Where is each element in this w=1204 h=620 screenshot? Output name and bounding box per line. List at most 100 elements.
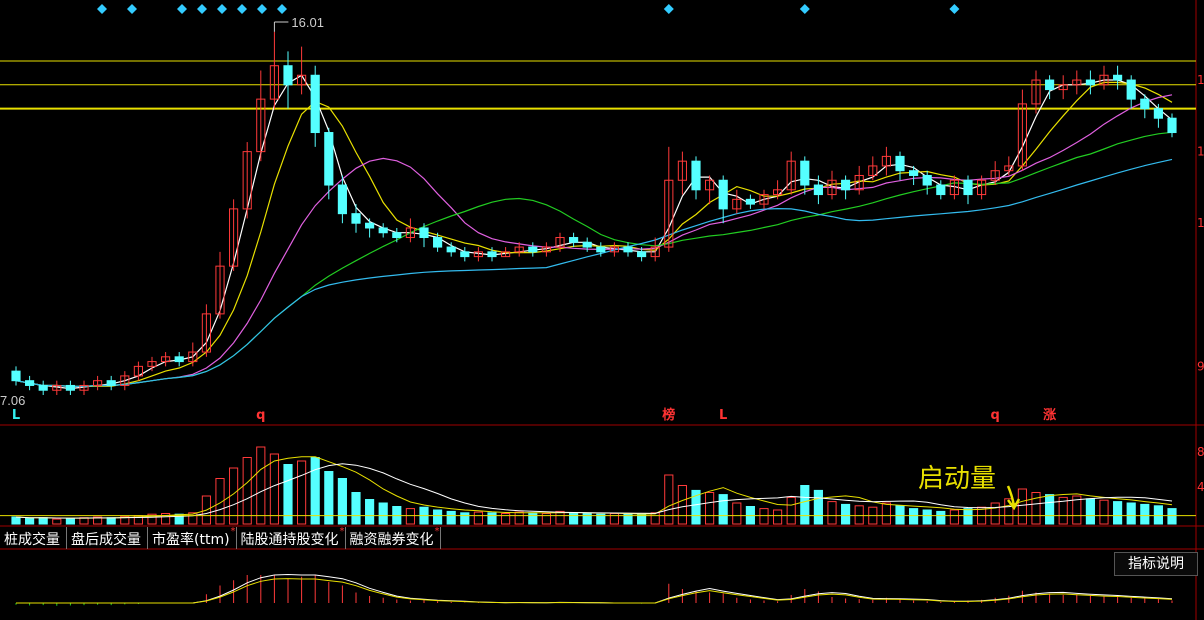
indicator-tab-label: 桩成交量 bbox=[4, 532, 60, 548]
volume-bar bbox=[541, 513, 551, 525]
high-price-label: 16.01 bbox=[291, 15, 324, 30]
indicator-tab[interactable]: 陆股通持股变化 * bbox=[237, 526, 346, 549]
indicator-tab[interactable]: 融资融券变化 * bbox=[346, 526, 441, 549]
signal-diamond-icon bbox=[949, 4, 960, 14]
volume-bar bbox=[1167, 508, 1177, 525]
volume-bar bbox=[242, 457, 252, 525]
candle-body bbox=[419, 227, 429, 239]
candle-body bbox=[378, 227, 388, 234]
volume-ma-yellow-line bbox=[15, 456, 1173, 519]
candle-body bbox=[487, 251, 497, 258]
volume-bar bbox=[11, 516, 21, 525]
signal-diamond-icon bbox=[177, 4, 187, 14]
candle-body bbox=[324, 132, 334, 186]
indicator-help-button[interactable]: 指标说明 bbox=[1114, 552, 1198, 576]
volume-bar bbox=[1017, 488, 1027, 525]
volume-bar bbox=[351, 492, 361, 525]
volume-bar bbox=[854, 505, 864, 525]
signal-diamond-icon bbox=[97, 4, 107, 14]
volume-bar bbox=[65, 517, 75, 525]
signal-marker-label: 涨 bbox=[1042, 408, 1056, 423]
candle-body bbox=[283, 65, 293, 86]
candle-body bbox=[909, 170, 919, 176]
volume-bar bbox=[936, 510, 946, 525]
right-axis-tick-label: 1 bbox=[1197, 73, 1204, 87]
volume-bar bbox=[25, 517, 35, 525]
candle-body bbox=[1153, 108, 1163, 119]
signal-diamond-icon bbox=[237, 4, 247, 14]
candle-body bbox=[1113, 74, 1123, 81]
signal-marker-label: L bbox=[12, 408, 20, 423]
candle-body bbox=[446, 246, 456, 253]
volume-annotation-label: 启动量 bbox=[918, 464, 997, 494]
indicator-tab[interactable]: 盘后成交量 bbox=[67, 527, 148, 549]
volume-bar bbox=[881, 502, 891, 525]
signal-marker-label: q bbox=[256, 408, 265, 423]
indicator-tab[interactable]: 市盈率(ttm) * bbox=[148, 526, 237, 549]
volume-bar bbox=[297, 460, 307, 525]
volume-bar bbox=[963, 508, 973, 525]
volume-bar bbox=[473, 511, 483, 525]
ma-white-line bbox=[15, 74, 1173, 390]
candle-body bbox=[800, 160, 810, 186]
candle-body bbox=[582, 241, 592, 248]
volume-bar bbox=[1085, 498, 1095, 525]
right-axis-tick-label: 1 bbox=[1197, 216, 1204, 230]
candle-body bbox=[310, 74, 320, 134]
signal-diamond-icon bbox=[277, 4, 287, 14]
volume-bar bbox=[337, 478, 347, 525]
volume-bar bbox=[38, 517, 48, 525]
volume-bar bbox=[310, 457, 320, 525]
volume-bar bbox=[841, 503, 851, 525]
volume-bar bbox=[256, 446, 266, 525]
volume-bar bbox=[664, 474, 674, 525]
volume-bar bbox=[582, 513, 592, 525]
candle-body bbox=[745, 198, 755, 205]
volume-bar bbox=[1126, 502, 1136, 525]
indicator-white-line bbox=[16, 573, 1173, 604]
volume-bar bbox=[637, 514, 647, 525]
volume-bar bbox=[650, 512, 660, 525]
candle-body bbox=[895, 155, 905, 172]
ma-yellow-line bbox=[15, 81, 1173, 388]
signal-marker-label: L bbox=[719, 408, 727, 423]
candle-body bbox=[337, 184, 347, 215]
signal-diamond-icon bbox=[257, 4, 267, 14]
signal-diamond-icon bbox=[217, 4, 227, 14]
volume-bar bbox=[718, 494, 728, 525]
volume-bar bbox=[609, 513, 619, 525]
candle-body bbox=[963, 179, 973, 196]
candle-body bbox=[392, 232, 402, 239]
volume-bar bbox=[705, 492, 715, 525]
candle-body bbox=[528, 246, 538, 253]
candle-body bbox=[1126, 79, 1136, 100]
candle-body bbox=[106, 380, 116, 386]
low-price-label: 7.06 bbox=[0, 393, 25, 408]
candle-body bbox=[25, 380, 35, 386]
volume-bar bbox=[269, 453, 279, 525]
indicator-tab[interactable]: 桩成交量 bbox=[0, 527, 67, 549]
candle-body bbox=[460, 251, 470, 258]
volume-bar bbox=[773, 509, 783, 525]
volume-bar bbox=[813, 489, 823, 525]
candle-body bbox=[623, 246, 633, 253]
signal-diamond-icon bbox=[663, 4, 674, 14]
volume-bar bbox=[283, 464, 293, 525]
signal-diamond-icon bbox=[197, 4, 207, 14]
candle-body bbox=[596, 246, 606, 253]
volume-bar bbox=[365, 499, 375, 525]
indicator-tab-label: 陆股通持股变化 bbox=[240, 532, 339, 548]
volume-bar bbox=[1140, 503, 1150, 525]
signal-marker-label: 榜 bbox=[662, 407, 675, 423]
candle-body bbox=[922, 174, 932, 186]
volume-bar bbox=[1153, 505, 1163, 525]
volume-ma-white-line bbox=[15, 463, 1173, 519]
candle-body bbox=[569, 237, 579, 243]
candle-body bbox=[637, 251, 647, 258]
volume-bar bbox=[1045, 494, 1055, 525]
right-axis-tick-label: 9 bbox=[1197, 359, 1204, 373]
volume-bar bbox=[800, 485, 810, 525]
volume-bar bbox=[1099, 499, 1109, 525]
tab-star-icon: * bbox=[339, 526, 345, 537]
indicator-tab-label: 市盈率(ttm) bbox=[152, 532, 230, 548]
